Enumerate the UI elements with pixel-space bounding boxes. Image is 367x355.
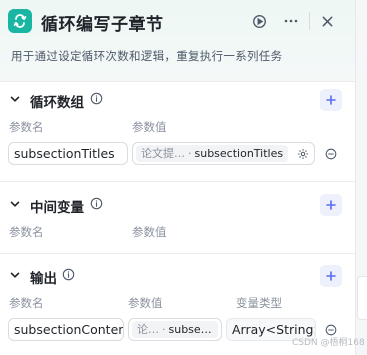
section-intermediate-variables: 中间变量 参数名 参数值 [0, 194, 355, 254]
section-header[interactable]: 输出 [0, 265, 355, 287]
close-icon[interactable] [317, 11, 337, 31]
column-header-name: 参数名 [9, 120, 44, 134]
section-title: 循环数组 [30, 95, 84, 111]
reference-chip: 论… · subse… [132, 321, 218, 338]
section-divider [0, 253, 355, 254]
column-header-name: 参数名 [9, 225, 44, 239]
output-name-input[interactable]: subsectionContent [8, 318, 124, 341]
column-header-type: 变量类型 [236, 296, 282, 310]
reference-variable: subsectionTitles [194, 147, 284, 160]
node-title[interactable]: 循环编写子章节 [41, 10, 164, 35]
reference-source: 论… [137, 323, 159, 336]
add-param-button[interactable] [320, 89, 342, 111]
header-divider [309, 12, 310, 30]
param-value-reference[interactable]: 论文提… · subsectionTitles [132, 142, 315, 165]
reference-separator: · [162, 323, 166, 336]
column-header-value: 参数值 [132, 120, 167, 134]
section-header[interactable]: 循环数组 [0, 89, 355, 111]
chevron-down-icon[interactable] [9, 198, 21, 210]
node-config-panel: 循环编写子章节 用于通过设定循环次数和逻辑，重复执行一系列任务 循环数组 参数名… [0, 0, 356, 355]
gear-icon[interactable] [297, 148, 309, 160]
section-loop-array: 循环数组 参数名 参数值 subsectionTitles 论文提… · subse… [0, 89, 355, 181]
add-output-button[interactable] [320, 265, 342, 287]
section-title: 输出 [30, 271, 57, 287]
reference-variable: subse… [168, 323, 212, 336]
info-icon[interactable] [62, 268, 75, 281]
watermark: CSDN @梧桐168 [292, 338, 365, 348]
reference-chip: 论文提… · subsectionTitles [136, 145, 288, 162]
add-variable-button[interactable] [320, 194, 342, 216]
run-icon[interactable] [249, 11, 269, 31]
info-icon[interactable] [90, 197, 103, 210]
node-description: 用于通过设定循环次数和逻辑，重复执行一系列任务 [11, 49, 283, 63]
column-header-value: 参数值 [132, 225, 167, 239]
param-name-input[interactable]: subsectionTitles [8, 142, 128, 165]
column-header-name: 参数名 [9, 296, 44, 310]
canvas-node-edge [357, 276, 367, 320]
remove-row-icon[interactable] [325, 148, 337, 160]
more-icon[interactable] [281, 11, 301, 31]
chevron-down-icon[interactable] [9, 269, 21, 281]
section-divider [0, 181, 355, 182]
section-title: 中间变量 [30, 200, 84, 216]
info-icon[interactable] [90, 92, 103, 105]
reference-source: 论文提… [141, 147, 185, 160]
loop-icon [8, 9, 32, 33]
column-header-value: 参数值 [128, 296, 163, 310]
panel-header: 循环编写子章节 用于通过设定循环次数和逻辑，重复执行一系列任务 [0, 0, 355, 82]
chevron-down-icon[interactable] [9, 93, 21, 105]
output-value-reference[interactable]: 论… · subse… [128, 318, 222, 341]
section-header[interactable]: 中间变量 [0, 194, 355, 216]
reference-separator: · [188, 147, 192, 160]
